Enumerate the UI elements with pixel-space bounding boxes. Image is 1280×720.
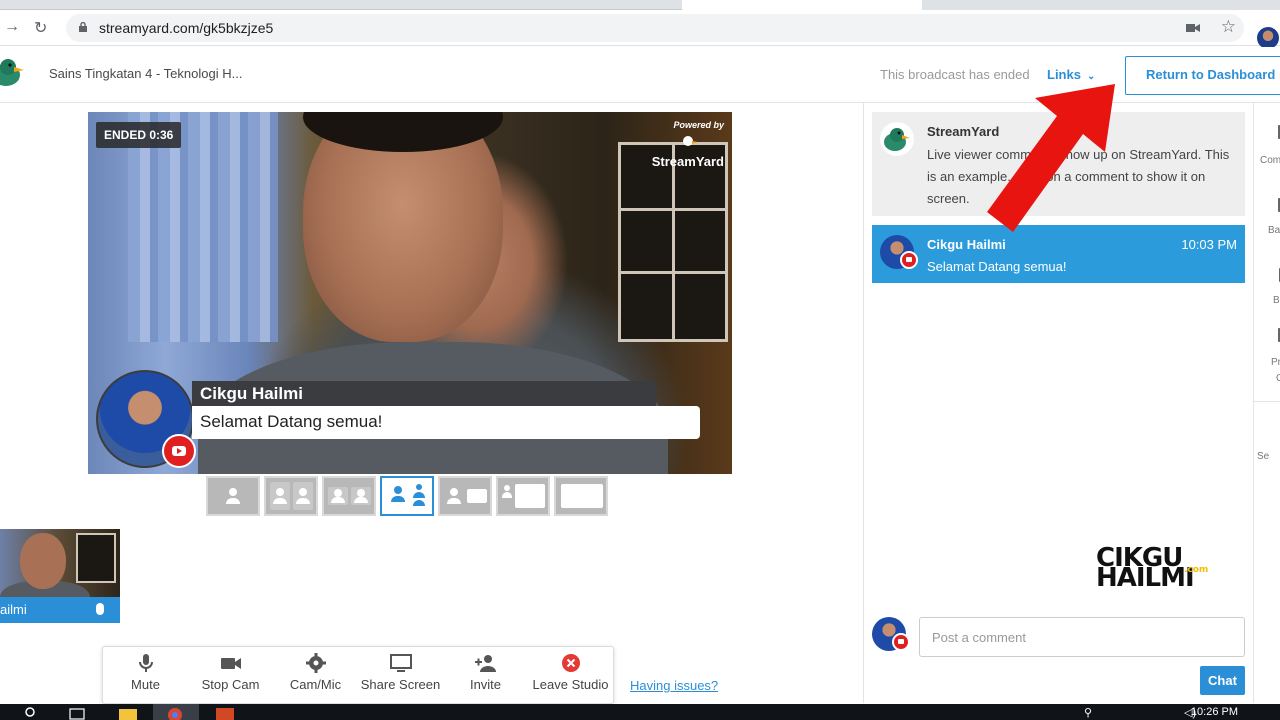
streamyard-avatar-icon bbox=[880, 122, 914, 156]
layout-solo-button[interactable] bbox=[206, 476, 260, 516]
bookmark-star-icon[interactable]: ☆ bbox=[1221, 17, 1236, 37]
youtube-icon bbox=[162, 434, 196, 468]
gear-icon bbox=[305, 653, 326, 673]
powered-by-brand: StreamYard bbox=[651, 154, 724, 169]
leave-studio-label: Leave Studio bbox=[532, 677, 609, 692]
broadcast-title: Sains Tingkatan 4 - Teknologi H... bbox=[49, 66, 243, 81]
taskbar-clock[interactable]: 10:26 PM bbox=[1191, 706, 1238, 718]
mic-icon bbox=[138, 654, 153, 672]
youtube-icon bbox=[892, 633, 910, 651]
return-to-dashboard-button[interactable]: Return to Dashboard bbox=[1125, 56, 1280, 95]
monitor-icon bbox=[389, 654, 412, 672]
browser-tab-active[interactable] bbox=[682, 0, 922, 10]
links-dropdown[interactable]: Links ⌄ bbox=[1047, 67, 1095, 82]
red-annotation-arrow-icon bbox=[987, 84, 1115, 232]
browser-tab-strip bbox=[0, 0, 1280, 10]
video-background-window bbox=[618, 142, 728, 342]
cikgu-hailmi-watermark: CIKGU HAILMI .com bbox=[1096, 545, 1208, 591]
comment-text: Selamat Datang semua! bbox=[927, 259, 1067, 274]
invite-label: Invite bbox=[469, 677, 502, 692]
forward-icon[interactable]: → bbox=[4, 18, 20, 36]
stop-cam-label: Stop Cam bbox=[201, 677, 260, 692]
browser-tab[interactable] bbox=[922, 0, 1280, 10]
layout-leader-button[interactable] bbox=[380, 476, 434, 516]
mute-button[interactable]: Mute bbox=[103, 647, 188, 703]
comment-time: 10:03 PM bbox=[1181, 237, 1237, 252]
invite-button[interactable]: Invite bbox=[443, 647, 528, 703]
layout-pip-button[interactable] bbox=[438, 476, 492, 516]
rail-item-banners[interactable]: Ba bbox=[1268, 225, 1280, 236]
layout-thin-button[interactable] bbox=[264, 476, 318, 516]
on-screen-comment-text: Selamat Datang semua! bbox=[192, 406, 700, 439]
layout-fullscreen-button[interactable] bbox=[554, 476, 608, 516]
chrome-taskbar-button[interactable] bbox=[153, 704, 199, 720]
mic-icon bbox=[96, 603, 104, 615]
add-person-icon bbox=[474, 655, 496, 672]
self-cam-window bbox=[76, 533, 116, 583]
powerpoint-icon[interactable] bbox=[214, 706, 236, 720]
camera-icon bbox=[220, 658, 241, 669]
reload-icon[interactable]: ↻ bbox=[34, 18, 47, 38]
browser-toolbar: → ↻ streamyard.com/gk5bkzjze5 ☆ bbox=[0, 10, 1280, 49]
watermark-line2: HAILMI bbox=[1096, 563, 1195, 593]
layout-group-button[interactable] bbox=[322, 476, 376, 516]
rail-item-settings[interactable]: Se bbox=[1257, 451, 1269, 462]
youtube-icon bbox=[900, 251, 918, 269]
layout-side-screen-button[interactable] bbox=[496, 476, 550, 516]
leave-studio-button[interactable]: Leave Studio bbox=[528, 647, 613, 703]
powered-by-label: Powered by bbox=[673, 120, 724, 130]
having-issues-link[interactable]: Having issues? bbox=[630, 678, 718, 693]
powered-by-streamyard: Powered by StreamYard bbox=[652, 120, 724, 169]
task-view-icon[interactable] bbox=[68, 706, 86, 720]
close-circle-icon bbox=[561, 654, 580, 672]
address-bar[interactable]: streamyard.com/gk5bkzjze5 ☆ bbox=[66, 14, 1244, 42]
studio-controls: Mute Stop Cam Cam/Mic Share Screen Invit… bbox=[102, 646, 614, 704]
links-label: Links bbox=[1047, 67, 1081, 82]
browser-tab[interactable] bbox=[0, 0, 682, 10]
ended-timer-badge: ENDED 0:36 bbox=[96, 122, 182, 148]
rail-item-chat[interactable]: C bbox=[1276, 373, 1280, 384]
chevron-down-icon: ⌄ bbox=[1086, 71, 1096, 82]
file-explorer-icon[interactable] bbox=[118, 706, 138, 720]
mute-label: Mute bbox=[131, 677, 160, 692]
cam-mic-settings-button[interactable]: Cam/Mic bbox=[273, 647, 358, 703]
profile-avatar[interactable] bbox=[1257, 27, 1279, 49]
rail-separator bbox=[1254, 401, 1280, 402]
streamyard-duck-icon bbox=[683, 136, 698, 146]
person-icon[interactable]: ⚲ bbox=[1084, 706, 1092, 720]
right-side-rail: Com Ba B Pr C Se bbox=[1253, 103, 1280, 703]
watermark-suffix: .com bbox=[1184, 565, 1209, 575]
rail-item-brand[interactable]: B bbox=[1273, 295, 1280, 306]
self-cam-face bbox=[20, 533, 66, 589]
chat-button[interactable]: Chat bbox=[1200, 666, 1245, 695]
streamyard-logo-icon[interactable] bbox=[0, 55, 26, 89]
broadcast-status: This broadcast has ended bbox=[880, 67, 1030, 82]
search-icon[interactable] bbox=[24, 706, 38, 720]
rail-item-comments[interactable]: Com bbox=[1260, 155, 1280, 166]
url-text: streamyard.com/gk5bkzjze5 bbox=[99, 20, 274, 36]
cam-mic-label: Cam/Mic bbox=[289, 677, 342, 692]
share-screen-label: Share Screen bbox=[360, 677, 441, 692]
post-comment-input[interactable] bbox=[919, 617, 1245, 657]
layout-selector bbox=[206, 476, 608, 516]
stop-cam-button[interactable]: Stop Cam bbox=[188, 647, 273, 703]
rail-item-private[interactable]: Pr bbox=[1271, 357, 1280, 368]
chrome-icon bbox=[168, 708, 182, 720]
on-screen-comment-name: Cikgu Hailmi bbox=[192, 381, 656, 407]
broadcast-stage: ENDED 0:36 Powered by StreamYard Cikgu H… bbox=[88, 112, 732, 474]
lock-icon bbox=[79, 22, 87, 32]
camera-permission-icon[interactable] bbox=[1186, 22, 1200, 34]
windows-taskbar: ⚲ ◁) 10:26 PM bbox=[0, 704, 1280, 720]
share-screen-button[interactable]: Share Screen bbox=[358, 647, 443, 703]
